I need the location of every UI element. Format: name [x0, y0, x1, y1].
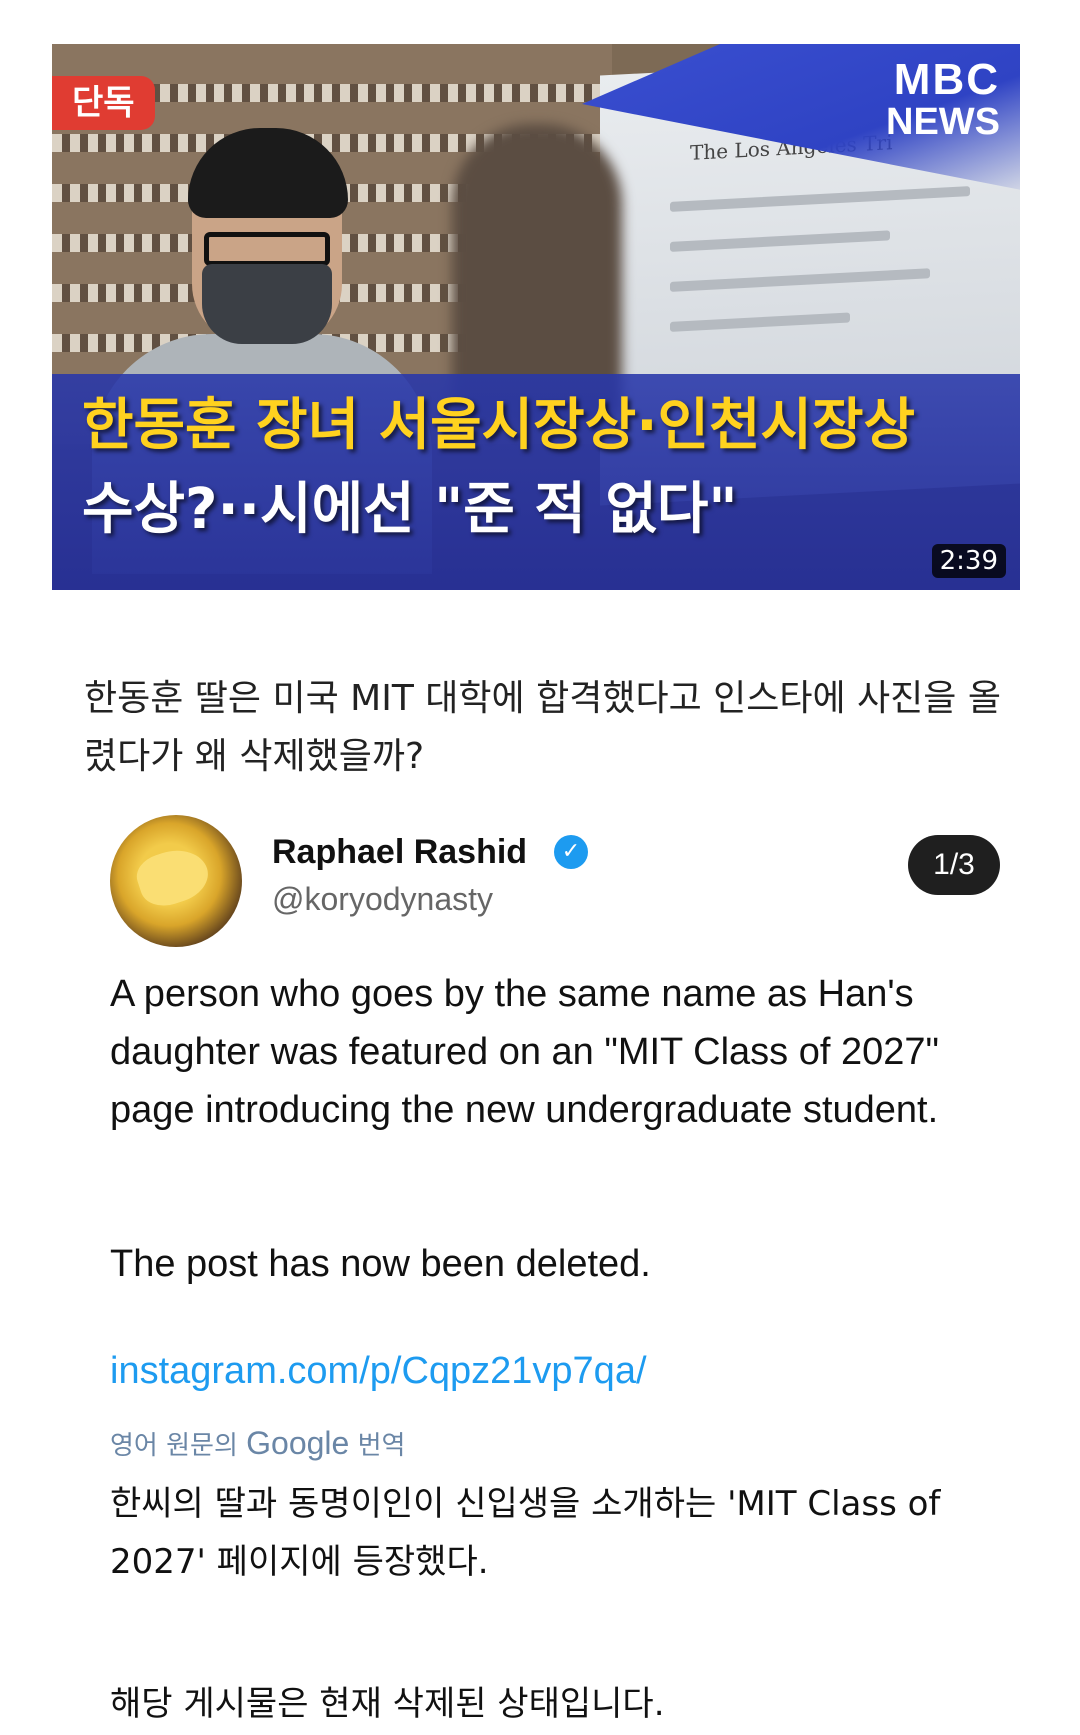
verified-badge-icon: ✓	[554, 835, 588, 869]
post-body-text: 한동훈 딸은 미국 MIT 대학에 합격했다고 인스타에 사진을 올렸다가 왜 …	[84, 678, 1001, 777]
video-thumbnail[interactable]: The Los Angeles Tri 단독 MBC NEWS 한동훈 장녀 서…	[52, 44, 1020, 590]
translation-paragraph-1: 한씨의 딸과 동명이인이 신입생을 소개하는 'MIT Class of 202…	[110, 1484, 941, 1582]
translation-prefix: 영어 원문의	[110, 1431, 238, 1461]
author-name[interactable]: Raphael Rashid	[272, 833, 527, 872]
headline-line-1: 한동훈 장녀 서울시장상·인천시장상	[82, 393, 916, 458]
avatar[interactable]	[110, 815, 242, 947]
google-logo-text: Google	[246, 1425, 350, 1461]
headline-line-2: 수상?··시에선 "준 적 없다"	[82, 477, 738, 542]
news-logo-text: NEWS	[886, 101, 1000, 143]
translation-paragraph-2: 해당 게시물은 현재 삭제된 상태입니다.	[110, 1684, 665, 1724]
video-duration: 2:39	[931, 544, 1006, 578]
translation-attribution: 영어 원문의 Google 번역	[110, 1425, 405, 1462]
translation-suffix: 번역	[357, 1431, 406, 1461]
mbc-logo-text: MBC	[893, 55, 1000, 104]
tweet-link[interactable]: instagram.com/p/Cqpz21vp7qa/	[110, 1350, 647, 1393]
exclusive-badge: 단독	[52, 76, 155, 130]
video-headline: 한동훈 장녀 서울시장상·인천시장상 수상?··시에선 "준 적 없다"	[82, 384, 1002, 552]
mbc-news-logo: MBC NEWS	[886, 55, 1000, 143]
tweet-text-paragraph-1: A person who goes by the same name as Ha…	[110, 973, 939, 1131]
tweet-text-paragraph-2: The post has now been deleted.	[110, 1243, 651, 1285]
thread-counter-badge: 1/3	[908, 835, 1000, 895]
author-handle[interactable]: @koryodynasty	[272, 881, 493, 918]
